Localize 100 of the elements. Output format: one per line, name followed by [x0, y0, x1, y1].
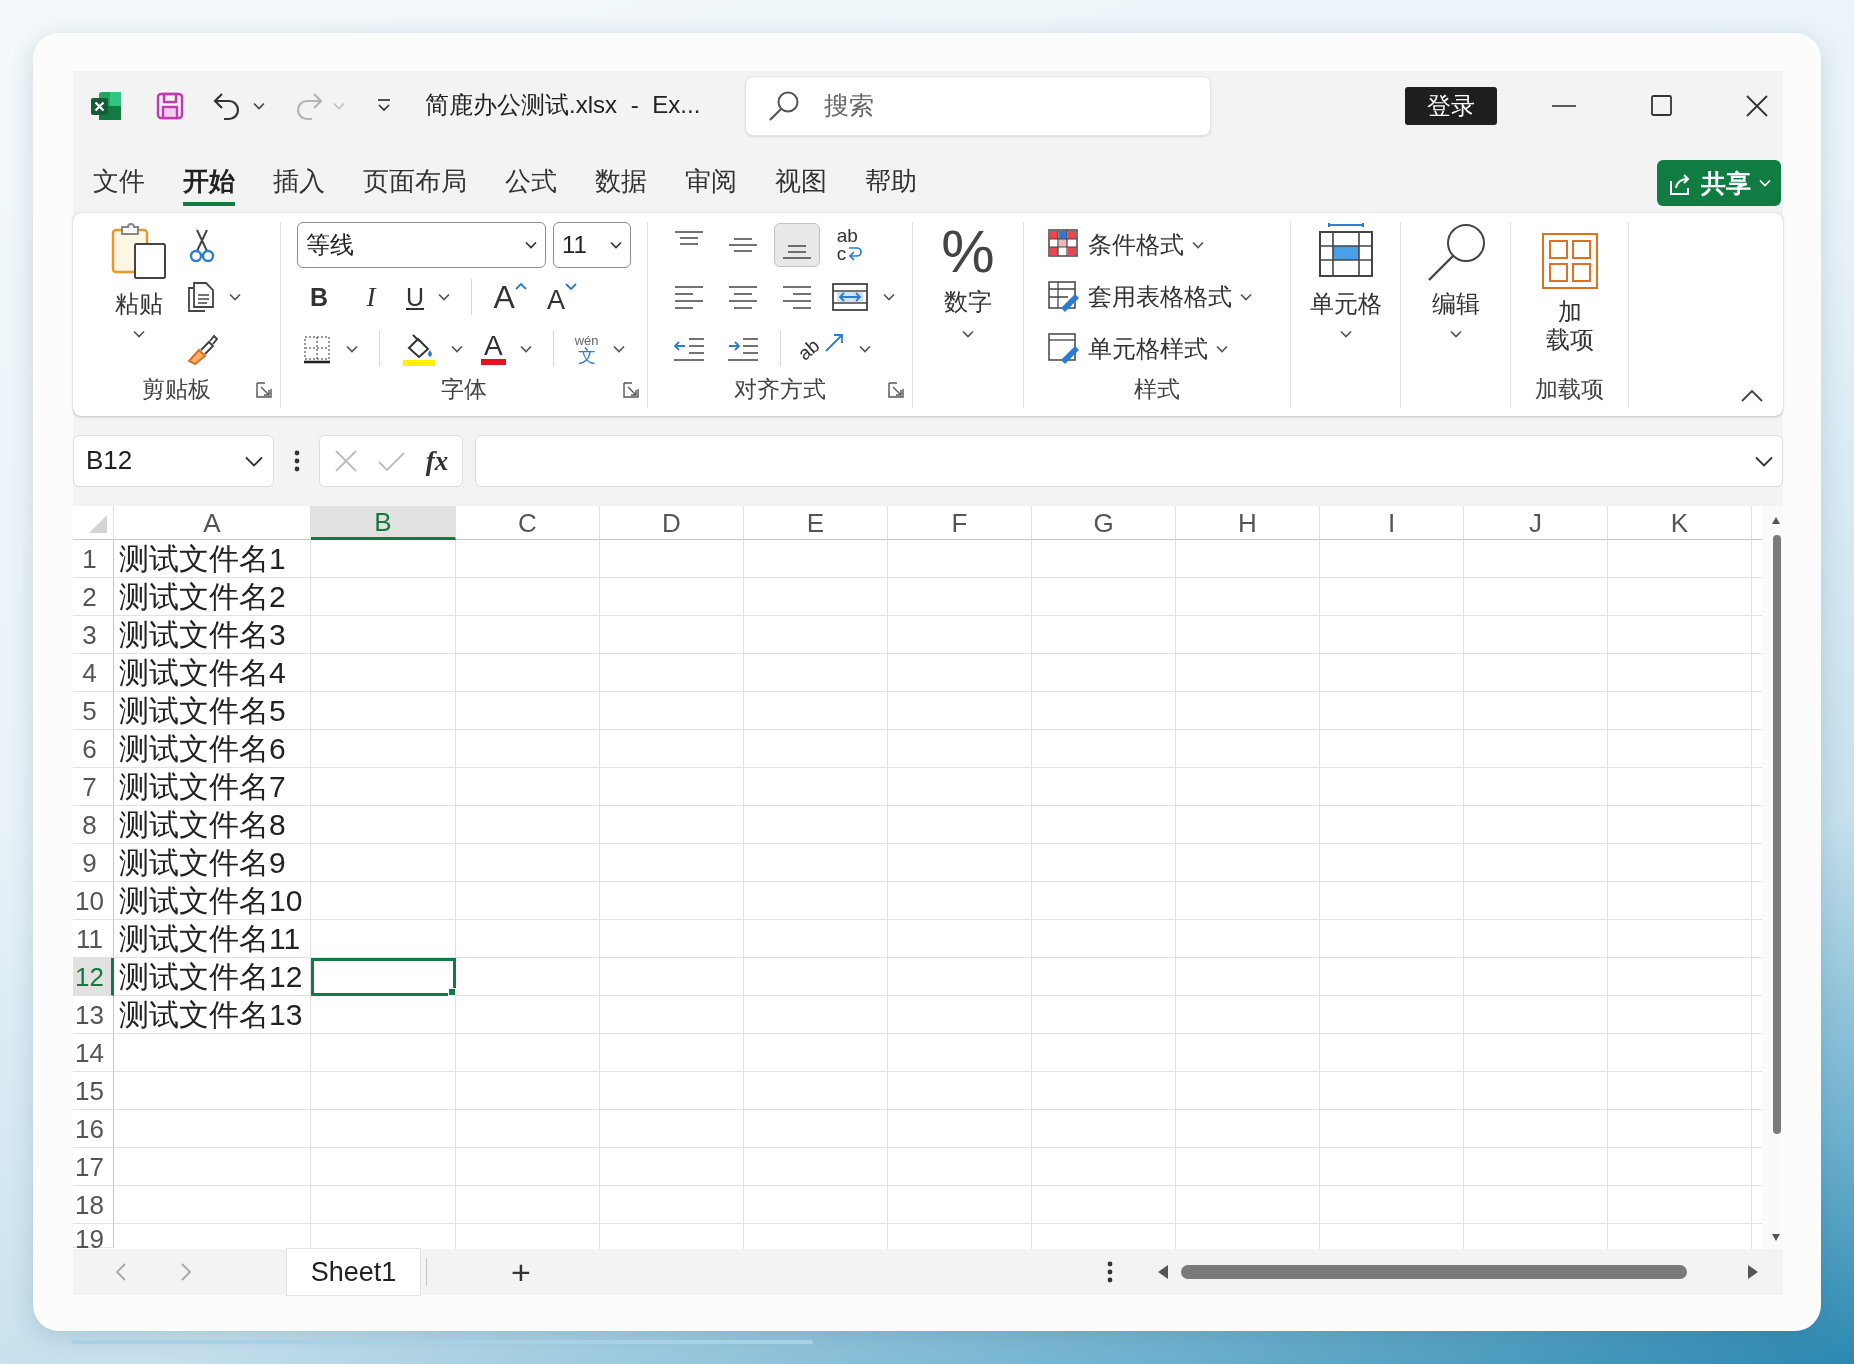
ribbon-tab[interactable]: 公式 — [505, 160, 557, 206]
scrollbar-thumb[interactable] — [1773, 535, 1781, 1134]
clipboard-icon — [110, 222, 168, 280]
table-cell-text: 测试文件名12 — [118, 959, 304, 995]
column-header[interactable]: B — [311, 506, 456, 540]
caret-down-icon — [565, 282, 578, 290]
conditional-formatting-button[interactable]: 条件格式 — [1048, 222, 1252, 268]
dialog-launcher-icon[interactable] — [888, 382, 904, 398]
collapse-ribbon-icon[interactable] — [1741, 390, 1763, 402]
table-cell-text: 测试文件名5 — [118, 693, 287, 729]
ribbon-tab[interactable]: 文件 — [93, 160, 145, 206]
fill-handle[interactable] — [448, 988, 456, 996]
more-options-icon[interactable] — [294, 449, 300, 473]
name-box[interactable]: B12 — [73, 435, 274, 487]
save-icon — [155, 90, 185, 121]
format-as-table-button[interactable]: 套用表格格式 — [1048, 274, 1252, 320]
number-format-button[interactable]: % 数字 — [941, 222, 995, 338]
scissors-icon — [188, 228, 216, 262]
phonetic-guide-button[interactable]: wén 文 — [571, 327, 628, 371]
four-squares-icon — [1540, 232, 1599, 290]
add-sheet-button[interactable]: + — [501, 1252, 541, 1292]
table-cell-text: 测试文件名3 — [118, 617, 287, 653]
ribbon-tab[interactable]: 页面布局 — [363, 160, 467, 206]
font-name-dropdown[interactable]: 等线 — [297, 222, 546, 268]
scroll-right-icon[interactable] — [1747, 1264, 1759, 1280]
share-button[interactable]: 共享 — [1657, 160, 1781, 206]
cell-brush-icon — [1048, 333, 1080, 365]
italic-button[interactable]: I — [351, 275, 391, 319]
dialog-launcher-icon[interactable] — [623, 382, 639, 398]
cells-button[interactable]: 单元格 — [1309, 222, 1382, 338]
underline-button[interactable]: U — [403, 275, 454, 319]
formula-input[interactable] — [475, 435, 1783, 487]
more-options-icon[interactable] — [1107, 1260, 1113, 1284]
caret-up-icon — [514, 282, 527, 290]
table-cell-text: 测试文件名7 — [118, 769, 287, 805]
row-header[interactable]: 19 — [73, 1224, 114, 1248]
active-cell[interactable] — [311, 958, 456, 996]
copy-icon — [185, 281, 215, 313]
ribbon-tab[interactable]: 数据 — [595, 160, 647, 206]
save-button[interactable] — [155, 90, 185, 121]
decrease-font-size-button[interactable]: A — [542, 275, 583, 319]
group-label: 剪贴板 — [142, 376, 211, 404]
borders-icon — [302, 334, 332, 364]
add-ins-button[interactable]: 加 载项 — [1540, 222, 1599, 354]
align-bottom-button[interactable] — [774, 223, 820, 267]
align-right-icon — [782, 285, 812, 309]
customize-icon — [376, 97, 392, 114]
cell-styles-button[interactable]: 单元格样式 — [1048, 326, 1252, 372]
search-field[interactable]: 搜索 — [745, 75, 1211, 136]
caret-icon — [610, 241, 622, 249]
scroll-down-icon[interactable] — [1771, 1233, 1781, 1242]
ribbon-tab[interactable]: 帮助 — [865, 160, 917, 206]
align-bottom-icon — [782, 245, 812, 259]
group-label: 字体 — [441, 376, 487, 404]
caret-icon — [525, 241, 537, 249]
row-header[interactable]: 12 — [73, 958, 114, 996]
spreadsheet-logo-icon — [90, 90, 122, 121]
bold-button[interactable]: B — [299, 275, 339, 319]
align-center-icon — [728, 285, 758, 309]
ribbon-tab[interactable]: 插入 — [273, 160, 325, 206]
ribbon-tab[interactable]: 审阅 — [685, 160, 737, 206]
customize-toolbar-button[interactable] — [376, 97, 392, 114]
wrap-text-button[interactable]: ab c — [828, 223, 874, 267]
orientation-button[interactable]: ab — [795, 327, 875, 371]
increase-font-size-button[interactable]: A — [490, 275, 531, 319]
paint-bucket-icon — [401, 332, 437, 366]
align-left-icon — [674, 285, 704, 309]
diagonal-arrow-icon — [823, 332, 846, 354]
scroll-left-icon[interactable] — [1157, 1264, 1169, 1280]
align-top-icon — [674, 231, 704, 245]
table-grid-icon — [1316, 222, 1375, 278]
sheet-tab[interactable]: Sheet1 — [287, 1249, 420, 1295]
paintbrush-icon — [186, 333, 218, 365]
group-label: 样式 — [1134, 376, 1180, 404]
close-icon — [1745, 93, 1769, 118]
font-size-dropdown[interactable]: 11 — [553, 222, 631, 268]
paste-button[interactable]: 粘贴 — [110, 222, 168, 338]
scroll-up-icon[interactable] — [1771, 516, 1781, 525]
minimize-icon — [1551, 103, 1577, 108]
sign-in-button[interactable]: 登录 — [1405, 86, 1497, 125]
undo-button[interactable] — [211, 90, 265, 121]
group-label: 加载项 — [1535, 376, 1604, 404]
close-icon — [333, 449, 358, 473]
insert-function-button[interactable]: fx — [425, 447, 449, 475]
editing-button[interactable]: 编辑 — [1425, 222, 1486, 338]
table-cell-text: 测试文件名8 — [118, 807, 287, 843]
indent-less-icon — [673, 337, 705, 361]
indent-more-icon — [727, 337, 759, 361]
table-cell-text: 测试文件名4 — [118, 655, 287, 691]
table-cell-text: 测试文件名11 — [118, 921, 302, 957]
scrollbar-thumb[interactable] — [1181, 1265, 1687, 1279]
table-brush-icon — [1048, 281, 1080, 313]
dialog-launcher-icon[interactable] — [256, 382, 272, 398]
group-label: 对齐方式 — [734, 376, 826, 404]
align-middle-icon — [728, 238, 758, 252]
ribbon-tab[interactable]: 视图 — [775, 160, 827, 206]
window-title: 简鹿办公测试.xlsx - Ex... — [425, 91, 701, 120]
font-color-button[interactable]: A — [478, 327, 535, 371]
table-cell-text: 测试文件名10 — [118, 883, 304, 919]
ribbon-tab[interactable]: 开始 — [183, 160, 235, 206]
